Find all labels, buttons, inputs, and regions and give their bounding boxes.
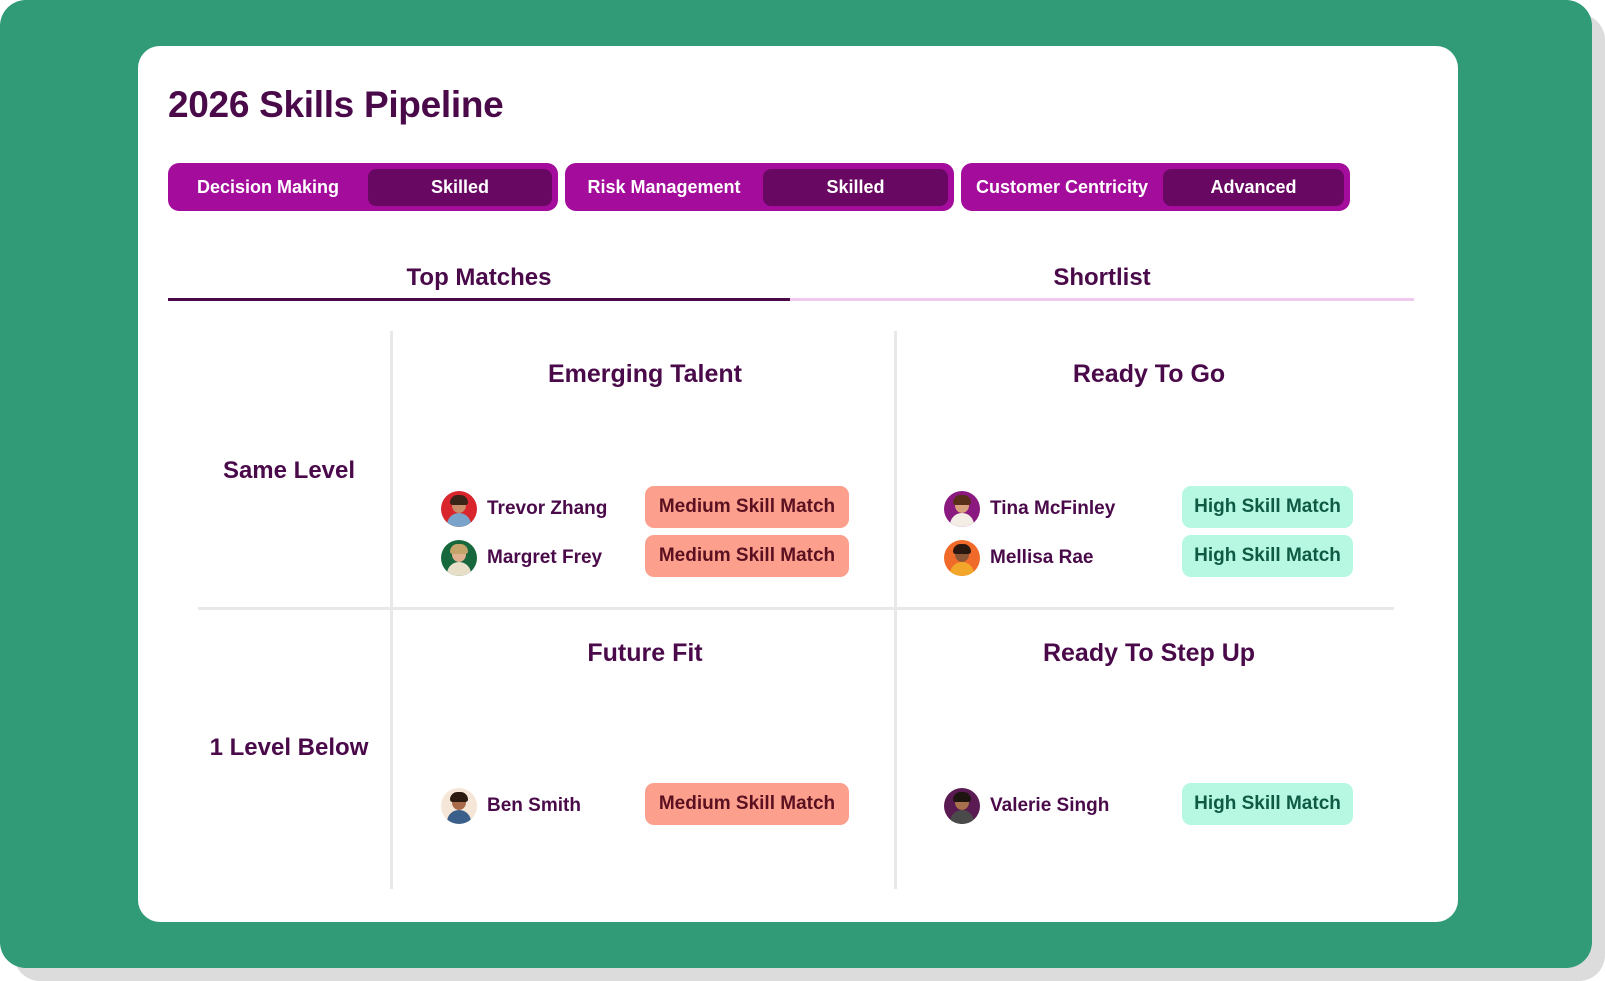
candidate-margret-frey[interactable]: Margret Frey: [441, 540, 602, 576]
skill-match-badge: High Skill Match: [1182, 486, 1353, 528]
avatar: [944, 540, 980, 576]
row-label-same-level: Same Level: [222, 457, 356, 484]
avatar: [441, 788, 477, 824]
candidate-name: Ben Smith: [487, 795, 581, 816]
tab-top-matches[interactable]: Top Matches: [168, 258, 790, 310]
candidate-name: Mellisa Rae: [990, 547, 1094, 568]
skill-pill-level: Skilled: [368, 168, 552, 206]
skill-pill-level: Skilled: [763, 168, 948, 206]
quadrant-title-future-fit: Future Fit: [587, 639, 703, 667]
quadrant-title-ready-to-go: Ready To Go: [1072, 360, 1226, 388]
tab-top-matches-underline: [168, 298, 790, 301]
skill-pill-customer-centricity[interactable]: Customer Centricity Advanced: [961, 163, 1350, 211]
candidate-name: Tina McFinley: [990, 498, 1116, 519]
grid-divider-vertical-left: [390, 331, 393, 889]
skill-match-badge: Medium Skill Match: [645, 783, 849, 825]
skill-pill-level: Advanced: [1163, 168, 1344, 206]
skill-pill-risk-management[interactable]: Risk Management Skilled: [565, 163, 954, 211]
candidate-name: Valerie Singh: [990, 795, 1110, 816]
candidate-ben-smith[interactable]: Ben Smith: [441, 788, 581, 824]
avatar: [944, 788, 980, 824]
candidate-name: Trevor Zhang: [487, 498, 608, 519]
candidate-mellisa-rae[interactable]: Mellisa Rae: [944, 540, 1094, 576]
candidate-name: Margret Frey: [487, 547, 603, 568]
tab-shortlist-underline: [790, 298, 1414, 301]
skill-match-badge: Medium Skill Match: [645, 486, 849, 528]
skill-match-badge: High Skill Match: [1182, 535, 1353, 577]
skill-pill-decision-making[interactable]: Decision Making Skilled: [168, 163, 558, 211]
pipeline-card: 2026 Skills Pipeline Decision Making Ski…: [138, 46, 1458, 922]
row-label-one-level-below: 1 Level Below: [209, 734, 369, 761]
page-title: 2026 Skills Pipeline: [168, 84, 504, 125]
quadrant-title-emerging-talent: Emerging Talent: [547, 360, 742, 388]
tab-shortlist[interactable]: Shortlist: [790, 258, 1414, 310]
grid-divider-horizontal: [198, 607, 1394, 610]
candidate-tina-mcfinley[interactable]: Tina McFinley: [944, 491, 1115, 527]
avatar: [441, 491, 477, 527]
skill-pill-label: Decision Making: [196, 176, 340, 197]
candidate-trevor-zhang[interactable]: Trevor Zhang: [441, 491, 607, 527]
avatar: [441, 540, 477, 576]
quadrant-title-ready-to-step-up: Ready To Step Up: [1042, 639, 1256, 667]
skill-pill-label: Customer Centricity: [975, 176, 1149, 197]
candidate-valerie-singh[interactable]: Valerie Singh: [944, 788, 1109, 824]
grid-divider-vertical-middle: [894, 331, 897, 889]
skill-pill-label: Risk Management: [587, 176, 741, 197]
avatar: [944, 491, 980, 527]
skill-match-badge: High Skill Match: [1182, 783, 1353, 825]
skill-match-badge: Medium Skill Match: [645, 535, 849, 577]
